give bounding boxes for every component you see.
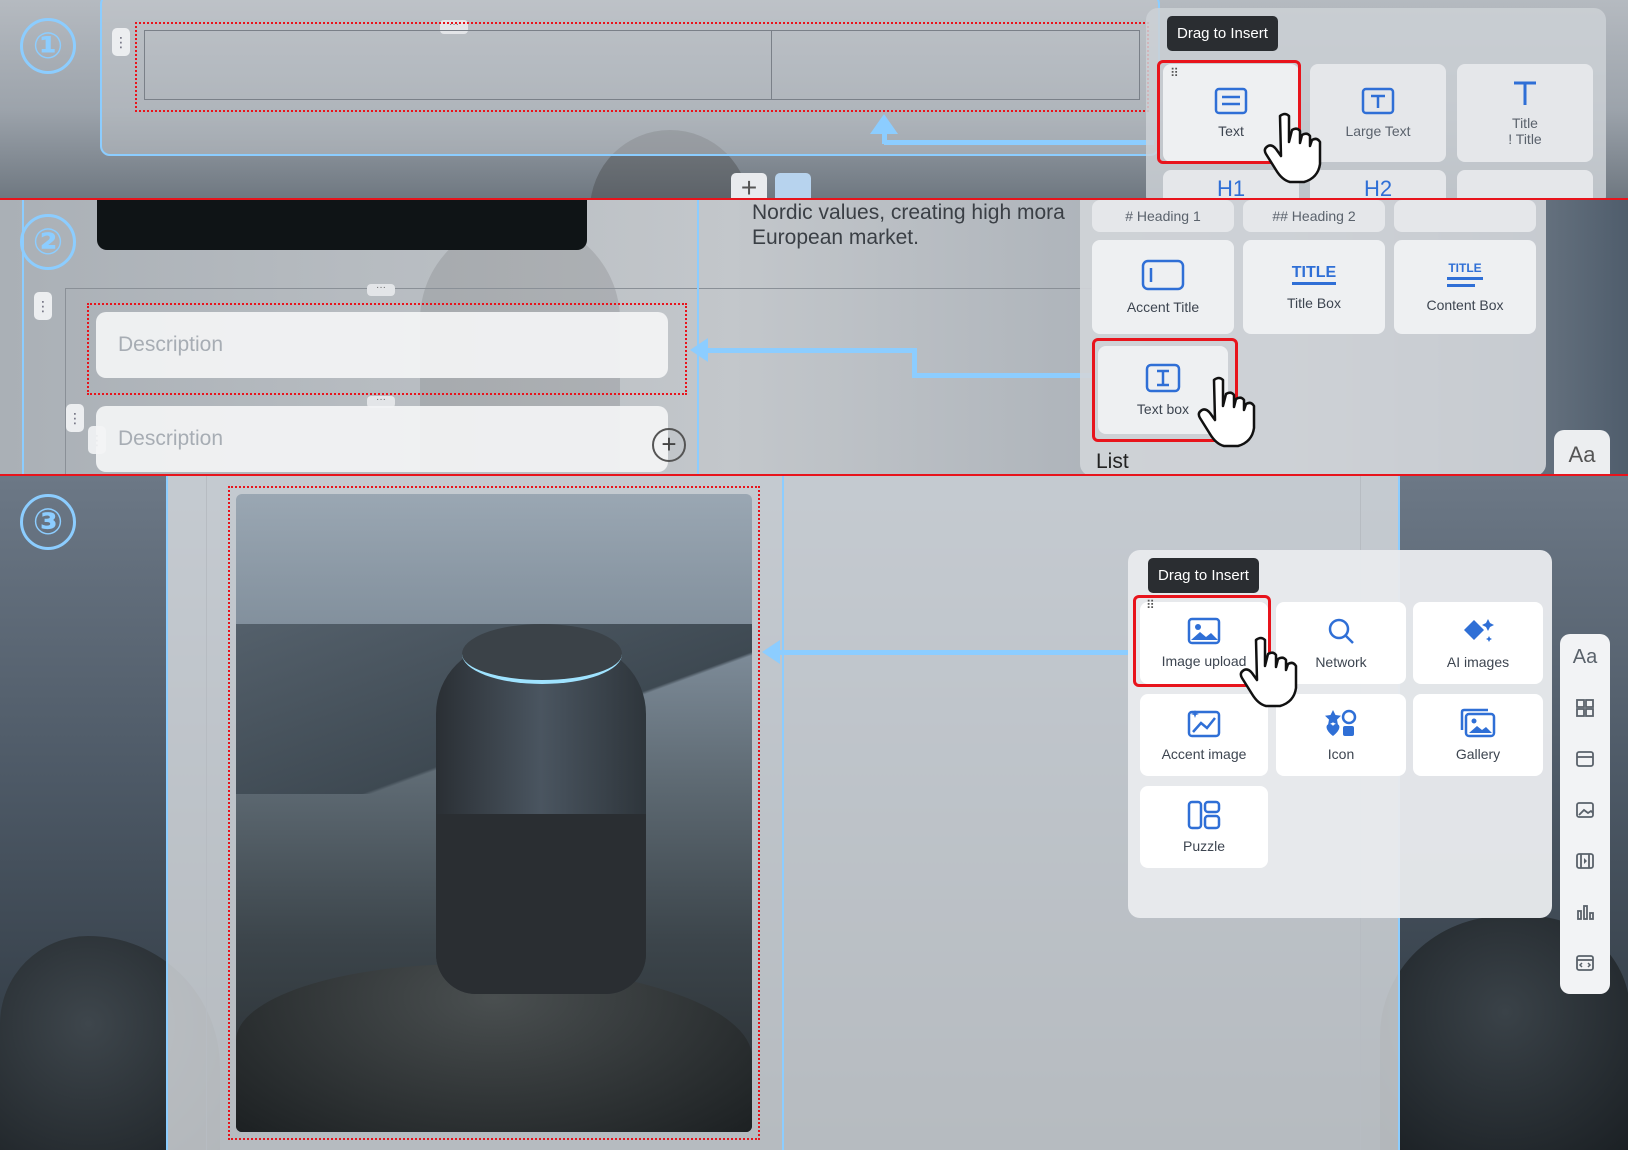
content-box-glyph: TITLE — [1448, 260, 1482, 275]
heading1-label: # Heading 1 — [1125, 208, 1201, 224]
drag-handle-icon[interactable]: ⋮ — [66, 404, 84, 432]
image-icon[interactable] — [1568, 793, 1602, 827]
drag-handle-icon[interactable]: ⋮ — [34, 292, 52, 320]
step-2-section: ⋮ ⋮ ⋮ ··· ··· Nordic values, creating hi… — [0, 200, 1628, 476]
accent-title-icon — [1141, 259, 1185, 291]
image-strip — [97, 200, 587, 250]
list-section-label: List — [1096, 450, 1129, 473]
drop-zone[interactable] — [135, 22, 1149, 112]
step-1-section: ⋮ ··· + Drag to Insert Text ⠿ Large Text… — [0, 0, 1628, 200]
hand-cursor-icon — [1263, 112, 1322, 184]
hand-cursor-icon — [1239, 636, 1298, 708]
video-icon[interactable] — [1568, 844, 1602, 878]
more-options-icon[interactable]: ··· — [367, 283, 395, 296]
add-item-button[interactable]: + — [652, 428, 686, 462]
right-toolbar: Aa — [1560, 634, 1610, 994]
title-t-icon — [1514, 81, 1536, 105]
product-photo — [236, 494, 752, 1132]
gallery-icon — [1460, 708, 1496, 738]
add-block-button[interactable]: + — [731, 173, 767, 200]
content-box-item[interactable]: TITLE Content Box — [1394, 240, 1536, 334]
title-item-label: Title ! Title — [1508, 115, 1542, 147]
title-box-icon: TITLE — [1291, 264, 1337, 285]
puzzle-icon — [1187, 800, 1221, 830]
grip-icon: ⠿ — [1146, 598, 1155, 612]
h1-glyph: H1 — [1216, 176, 1246, 200]
layout-grid-icon[interactable] — [1568, 691, 1602, 725]
icon-label: Icon — [1327, 746, 1355, 762]
guide-arrow-line — [702, 348, 916, 353]
card-icon[interactable] — [1568, 742, 1602, 776]
font-icon-label: Aa — [1572, 645, 1598, 668]
insert-large-text-item[interactable]: Large Text — [1310, 64, 1446, 162]
font-icon: Aa — [1568, 442, 1596, 467]
step-number-2: ② — [20, 214, 76, 270]
insert-title-item[interactable]: Title ! Title — [1457, 64, 1593, 162]
table-outline — [144, 30, 1140, 100]
heading2-item[interactable]: H2 — [1310, 170, 1446, 200]
column-line — [65, 288, 66, 476]
body-text-line: European market. — [752, 226, 919, 249]
description-field[interactable]: Description — [96, 312, 668, 378]
gallery-label: Gallery — [1455, 746, 1501, 762]
guide-arrow-head — [870, 114, 898, 134]
ai-sparkle-icon — [1464, 619, 1494, 642]
accent-title-label: Accent Title — [1126, 299, 1200, 315]
large-text-label: Large Text — [1345, 123, 1411, 139]
guide-arrow-line — [884, 140, 1154, 145]
description-placeholder: Description — [118, 427, 224, 450]
font-icon[interactable]: Aa — [1568, 640, 1602, 674]
guide-arrow-line — [778, 650, 1134, 655]
content-box-icon: TITLE — [1447, 262, 1483, 287]
speaker-grille — [436, 814, 646, 994]
ai-magic-button[interactable] — [775, 173, 811, 200]
accent-image-icon — [1187, 710, 1221, 738]
accent-title-item[interactable]: Accent Title — [1092, 240, 1234, 334]
chart-icon[interactable] — [1568, 895, 1602, 929]
h2-glyph: H2 — [1363, 176, 1393, 200]
hand-cursor-icon — [1197, 376, 1256, 448]
drag-tooltip: Drag to Insert — [1167, 16, 1278, 51]
description-placeholder: Description — [118, 333, 224, 356]
gallery-item[interactable]: Gallery — [1413, 694, 1543, 776]
font-style-button[interactable]: Aa — [1554, 430, 1610, 476]
heading3-item[interactable] — [1457, 170, 1593, 200]
title-box-item[interactable]: TITLE Title Box — [1243, 240, 1385, 334]
search-icon — [1328, 618, 1354, 644]
drag-tooltip: Drag to Insert — [1148, 558, 1259, 593]
step-number-1: ① — [20, 18, 76, 74]
puzzle-item[interactable]: Puzzle — [1140, 786, 1268, 868]
table-divider — [771, 30, 772, 100]
column-line — [206, 476, 207, 1150]
content-box-label: Content Box — [1426, 296, 1504, 313]
heading1-item[interactable]: # Heading 1 — [1092, 200, 1234, 232]
icon-shapes-icon — [1325, 709, 1357, 736]
body-text-line: Nordic values, creating high mora — [752, 201, 1065, 224]
grip-icon: ⠿ — [1170, 66, 1179, 80]
row-divider — [65, 288, 1091, 289]
heading2-item[interactable]: ## Heading 2 — [1243, 200, 1385, 232]
column-border — [782, 476, 784, 1150]
ai-images-item[interactable]: AI images — [1413, 602, 1543, 684]
description-field-2[interactable]: Description — [96, 406, 668, 472]
body-text: Nordic values, creating high mora Europe… — [752, 200, 1065, 250]
large-text-icon — [1361, 87, 1395, 115]
block-border — [166, 476, 168, 1150]
code-embed-icon[interactable] — [1568, 946, 1602, 980]
heading2-label: ## Heading 2 — [1272, 208, 1356, 224]
accent-image-label: Accent image — [1161, 746, 1247, 762]
ai-images-label: AI images — [1446, 654, 1510, 670]
step-3-section: Drag to Insert Image upload ⠿ Network AI… — [0, 476, 1628, 1150]
step-number-3: ③ — [20, 494, 76, 550]
speaker-top — [462, 624, 622, 684]
title-box-label: Title Box — [1287, 294, 1341, 311]
guide-arrow-head — [762, 640, 780, 664]
heading3-item[interactable] — [1394, 200, 1536, 232]
guide-arrow-line — [912, 373, 1092, 378]
puzzle-label: Puzzle — [1182, 838, 1226, 854]
network-label: Network — [1315, 654, 1367, 670]
drag-handle-icon[interactable]: ⋮ — [112, 28, 130, 56]
guide-arrow-head — [690, 338, 708, 362]
